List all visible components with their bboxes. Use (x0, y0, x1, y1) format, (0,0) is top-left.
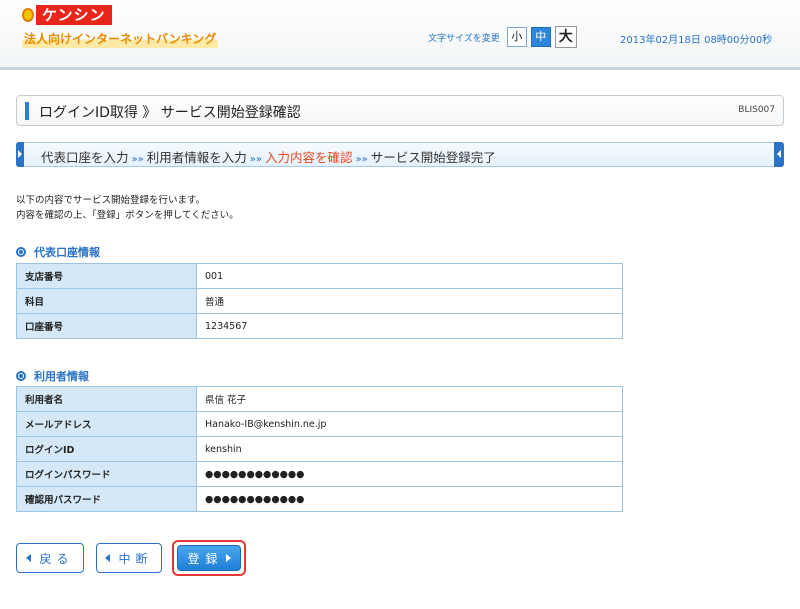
account-type-label: 科目 (16, 288, 197, 314)
step-left-tab-icon (16, 142, 24, 167)
confirm-password-label: 確認用パスワード (16, 486, 197, 512)
account-number-value: 1234567 (196, 313, 623, 339)
table-row: 利用者名 県信 花子 (16, 386, 623, 412)
account-section-label: 代表口座情報 (34, 246, 100, 259)
account-info-table: 支店番号 001 科目 普通 口座番号 1234567 (16, 263, 623, 339)
table-row: 口座番号 1234567 (16, 313, 623, 339)
register-button-label: 登録 (187, 551, 224, 566)
account-section-title: 代表口座情報 (16, 244, 100, 260)
user-section-title: 利用者情報 (16, 368, 89, 384)
font-size-large-button[interactable]: 大 (554, 26, 577, 48)
instruction-line-2: 内容を確認の上、「登録」ボタンを押してください。 (16, 210, 239, 221)
step-separator-icon: »» (249, 154, 263, 165)
branch-number-label: 支店番号 (16, 263, 197, 289)
login-password-value: ●●●●●●●●●●●● (196, 461, 623, 487)
register-button-focus-ring: 登録 (172, 540, 246, 576)
user-name-label: 利用者名 (16, 386, 197, 412)
back-button[interactable]: 戻る (16, 543, 84, 573)
table-row: メールアドレス Hanako-IB@kenshin.ne.jp (16, 411, 623, 437)
user-name-value: 県信 花子 (196, 386, 623, 412)
login-password-label: ログインパスワード (16, 461, 197, 487)
instruction-line-1: 以下の内容でサービス開始登録を行います。 (16, 195, 206, 206)
arrow-right-icon (225, 554, 231, 562)
register-button[interactable]: 登録 (177, 545, 241, 571)
step-indicator: 代表口座を入力»» 利用者情報を入力»» 入力内容を確認»» サービス開始登録完了 (16, 142, 784, 167)
instruction-message: 以下の内容でサービス開始登録を行います。 内容を確認の上、「登録」ボタンを押して… (16, 193, 239, 223)
table-row: 科目 普通 (16, 288, 623, 314)
header: ケンシン 法人向けインターネットバンキング 文字サイズを変更 小 中 大 201… (0, 0, 800, 70)
section-bullet-icon (16, 371, 26, 381)
table-row: ログインID kenshin (16, 436, 623, 462)
back-button-label: 戻る (39, 551, 74, 566)
step-4: サービス開始登録完了 (370, 150, 496, 165)
table-row: ログインパスワード ●●●●●●●●●●●● (16, 461, 623, 487)
page-title-bar: ログインID取得 》 サービス開始登録確認 BLIS007 (16, 95, 784, 126)
login-id-label: ログインID (16, 436, 197, 462)
email-value: Hanako-IB@kenshin.ne.jp (196, 411, 623, 437)
step-list: 代表口座を入力»» 利用者情報を入力»» 入力内容を確認»» サービス開始登録完了 (41, 147, 496, 166)
cancel-button-label: 中断 (118, 551, 153, 566)
font-size-small-button[interactable]: 小 (506, 27, 527, 47)
current-datetime: 2013年02月18日 08時00分00秒 (620, 35, 773, 46)
table-row: 支店番号 001 (16, 263, 623, 289)
logo-text: ケンシン (36, 5, 112, 25)
arrow-left-icon (26, 554, 32, 562)
user-info-table: 利用者名 県信 花子 メールアドレス Hanako-IB@kenshin.ne.… (16, 386, 623, 512)
step-right-tab-icon (774, 142, 784, 167)
font-size-medium-button[interactable]: 中 (530, 27, 551, 47)
font-size-label: 文字サイズを変更 (428, 33, 500, 44)
login-id-value: kenshin (196, 436, 623, 462)
step-3-current: 入力内容を確認 (265, 150, 353, 165)
step-1: 代表口座を入力 (41, 150, 129, 165)
service-name: 法人向けインターネットバンキング (22, 29, 219, 48)
account-number-label: 口座番号 (16, 313, 197, 339)
arrow-left-icon (105, 554, 111, 562)
font-size-switcher: 文字サイズを変更 小 中 大 (428, 26, 581, 48)
confirm-password-value: ●●●●●●●●●●●● (196, 486, 623, 512)
user-section-label: 利用者情報 (34, 370, 89, 383)
cancel-button[interactable]: 中断 (96, 543, 162, 573)
account-type-value: 普通 (196, 288, 623, 314)
step-separator-icon: »» (131, 154, 144, 165)
table-row: 確認用パスワード ●●●●●●●●●●●● (16, 486, 623, 512)
screen-code: BLIS007 (738, 105, 775, 115)
section-bullet-icon (16, 247, 26, 257)
page-title: ログインID取得 》 サービス開始登録確認 (39, 105, 301, 121)
branch-number-value: 001 (196, 263, 623, 289)
step-separator-icon: »» (355, 154, 368, 165)
email-label: メールアドレス (16, 411, 197, 437)
step-2: 利用者情報を入力 (146, 150, 247, 165)
logo-mark-icon (22, 8, 34, 22)
logo[interactable]: ケンシン (22, 5, 112, 25)
